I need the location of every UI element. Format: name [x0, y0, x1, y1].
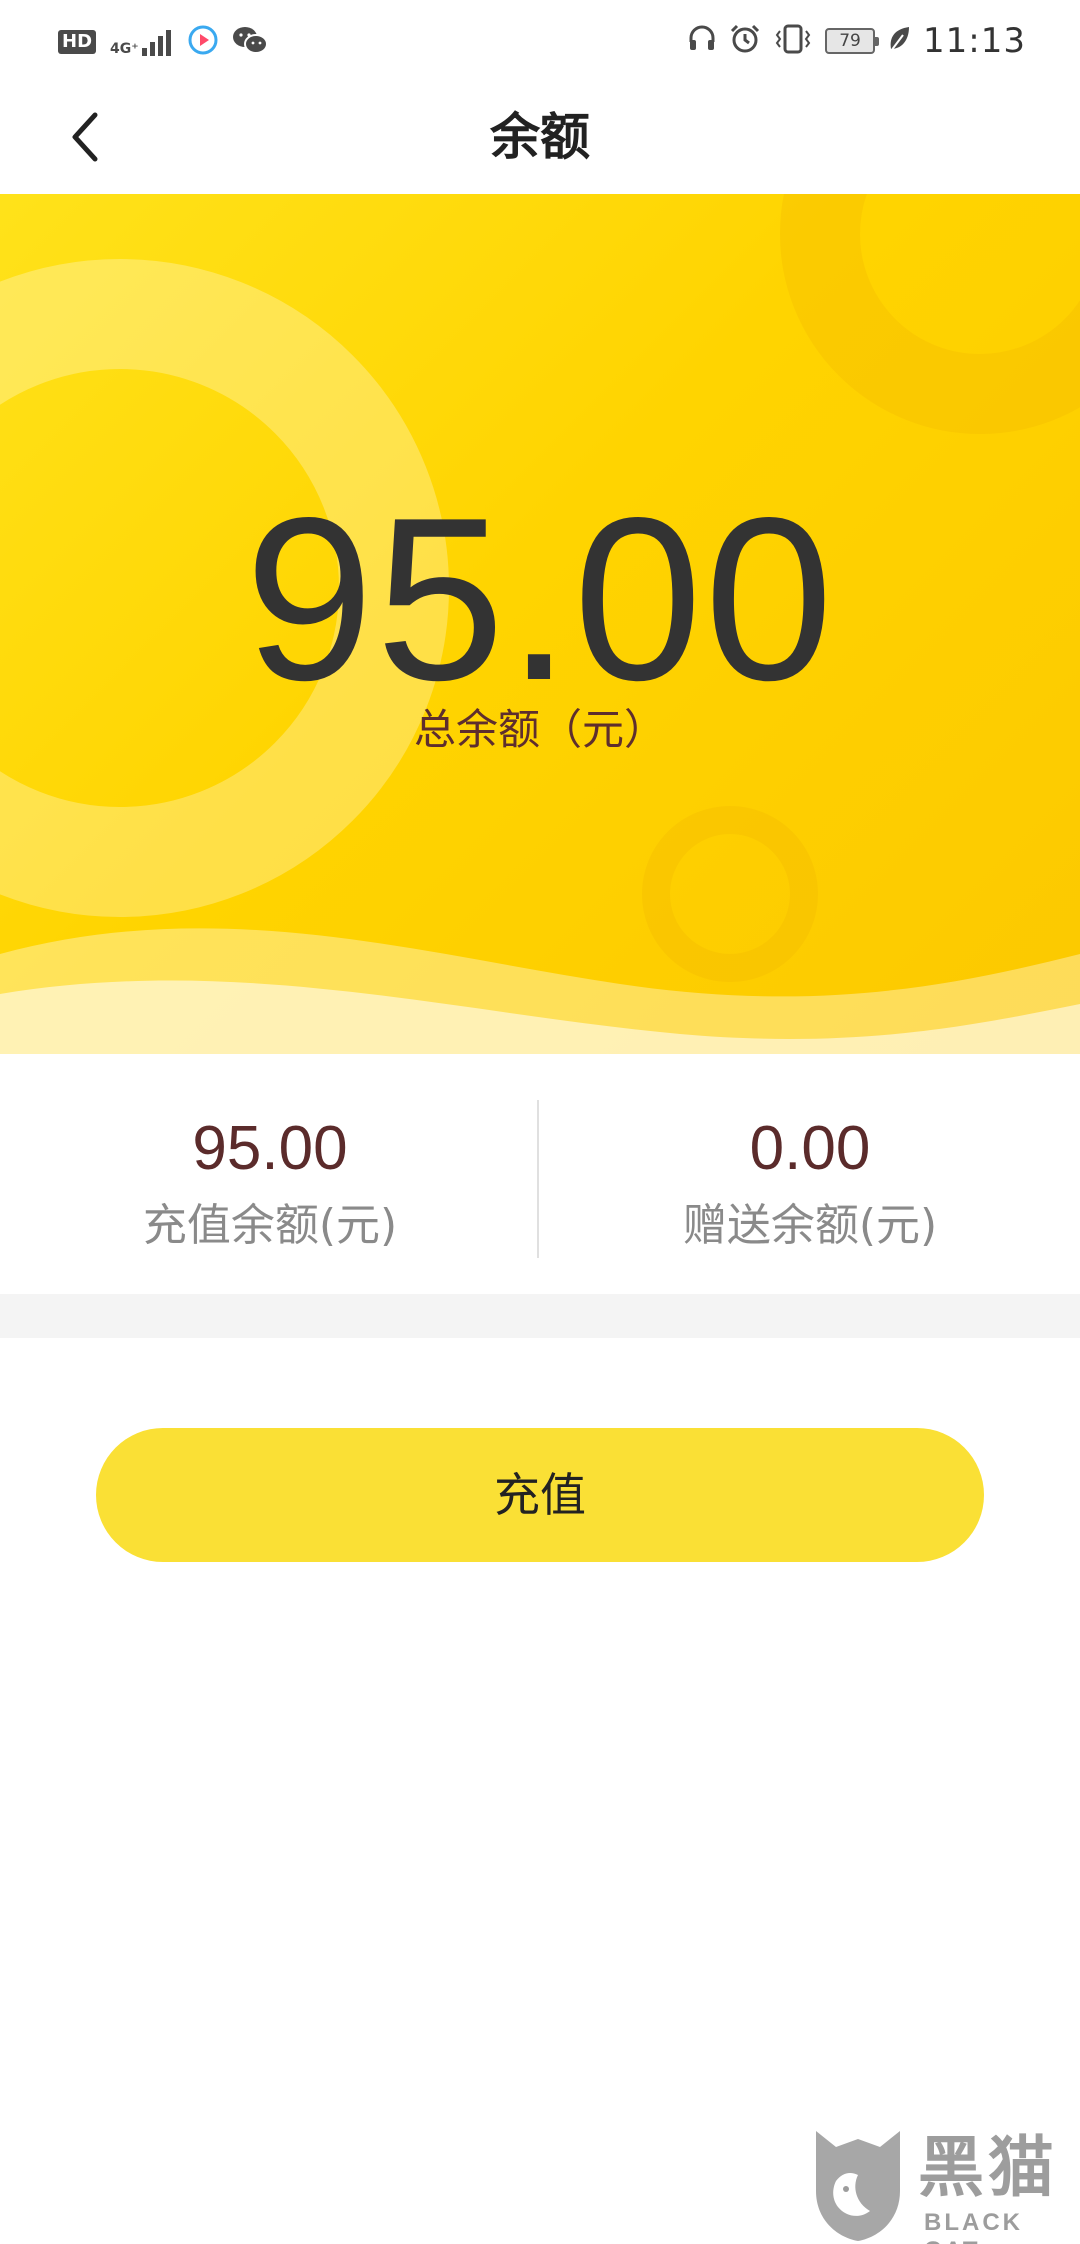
- clock: 11:13: [923, 21, 1026, 61]
- signal-icon: 4G⁺: [110, 28, 174, 56]
- sub-balances: 95.00 充值余额(元) 0.00 赠送余额(元): [0, 1094, 1080, 1294]
- total-balance-label: 总余额（元）: [413, 705, 666, 754]
- bonus-balance: 0.00 赠送余额(元): [540, 1094, 1080, 1294]
- wechat-icon: [232, 25, 268, 59]
- balance-hero: 95.00 总余额（元）: [0, 194, 1080, 1094]
- battery-level: 79: [839, 31, 861, 51]
- battery-icon: 79: [825, 28, 880, 54]
- black-cat-logo-icon: [816, 2131, 900, 2241]
- recharge-balance: 95.00 充值余额(元): [0, 1094, 540, 1294]
- bonus-balance-label: 赠送余额(元): [682, 1200, 938, 1251]
- recharge-balance-label: 充值余额(元): [142, 1200, 398, 1251]
- leaf-icon: [887, 25, 911, 57]
- status-right: 79 11:13: [687, 20, 1026, 62]
- bonus-balance-amount: 0.00: [749, 1114, 871, 1183]
- alarm-icon: [729, 23, 761, 59]
- page-title: 余额: [490, 108, 590, 166]
- section-divider: [0, 1294, 1080, 1338]
- recharge-button[interactable]: 充值: [96, 1428, 984, 1562]
- status-left: HD 4G⁺: [58, 22, 268, 62]
- video-app-icon: [188, 25, 218, 59]
- watermark-text-cn: 黑猫: [918, 2129, 1058, 2206]
- network-type-label: 4G⁺: [110, 41, 139, 57]
- balance-page: HD 4G⁺ 79 11:13 余额 95.00 总余额（元） 95.00 充值…: [0, 0, 1080, 2244]
- vibrate-icon: [773, 23, 813, 59]
- watermark-text-en: BLACK CAT: [924, 2209, 1023, 2244]
- total-balance-amount: 95.00: [244, 470, 836, 729]
- headset-icon: [687, 24, 717, 58]
- status-bar: HD 4G⁺ 79 11:13: [0, 0, 1080, 80]
- hd-badge: HD: [58, 30, 97, 54]
- nav-bar: 余额: [0, 80, 1080, 194]
- sub-balance-divider: [537, 1100, 539, 1258]
- watermark: 黑猫 BLACK CAT: [806, 2125, 1080, 2244]
- recharge-balance-amount: 95.00: [192, 1114, 348, 1183]
